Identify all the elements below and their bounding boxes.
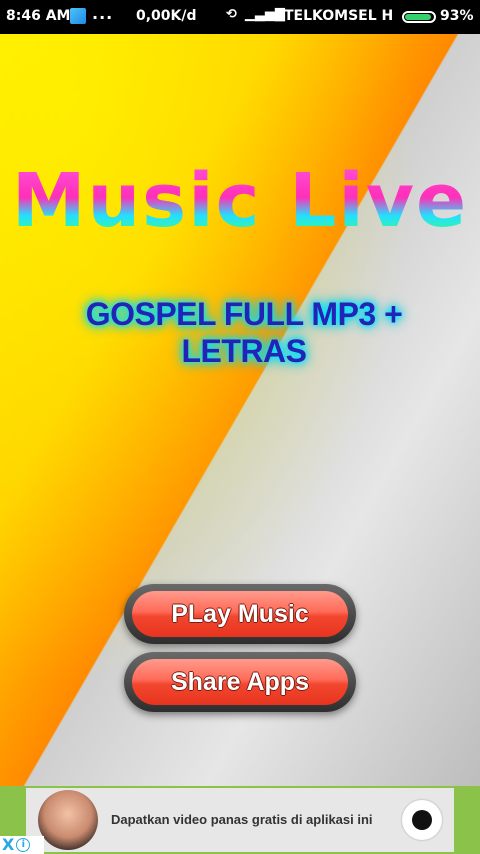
app-subtitle: GOSPEL FULL MP3 + LETRAS [85, 296, 403, 369]
battery-percent: 93% [440, 8, 474, 24]
status-bar: 8:46 AM ... 0,00K/d ⟲ ▁▃▅▇ TELKOMSEL H 9… [0, 0, 480, 34]
more-notifications-icon: ... [92, 4, 114, 23]
play-music-button-frame: PLay Music [124, 584, 356, 644]
app-title: Music Live [11, 158, 469, 244]
ad-avatar [38, 790, 98, 850]
close-icon[interactable]: X [2, 836, 14, 854]
main-panel: Music Live GOSPEL FULL MP3 + LETRAS PLay… [0, 34, 480, 786]
play-music-button[interactable]: PLay Music [132, 591, 348, 637]
signal-icon: ▁▃▅▇ [244, 7, 285, 22]
battery-icon [402, 11, 436, 23]
carrier-name: TELKOMSEL H [284, 8, 394, 24]
share-apps-button-frame: Share Apps [124, 652, 356, 712]
ad-content[interactable]: Dapatkan video panas gratis di aplikasi … [26, 788, 454, 852]
ad-app-icon[interactable] [402, 800, 442, 840]
status-time: 8:46 AM [6, 8, 71, 24]
info-icon[interactable]: i [16, 838, 31, 852]
ad-controls: X i [0, 836, 44, 854]
ad-text[interactable]: Dapatkan video panas gratis di aplikasi … [111, 812, 373, 827]
ad-banner[interactable]: Dapatkan video panas gratis di aplikasi … [0, 786, 480, 854]
status-icons: ⟲ ▁▃▅▇ [226, 7, 285, 22]
network-speed: 0,00K/d [136, 8, 197, 24]
share-apps-button[interactable]: Share Apps [132, 659, 348, 705]
rotation-lock-icon: ⟲ [226, 7, 237, 22]
notification-icon [70, 8, 86, 24]
